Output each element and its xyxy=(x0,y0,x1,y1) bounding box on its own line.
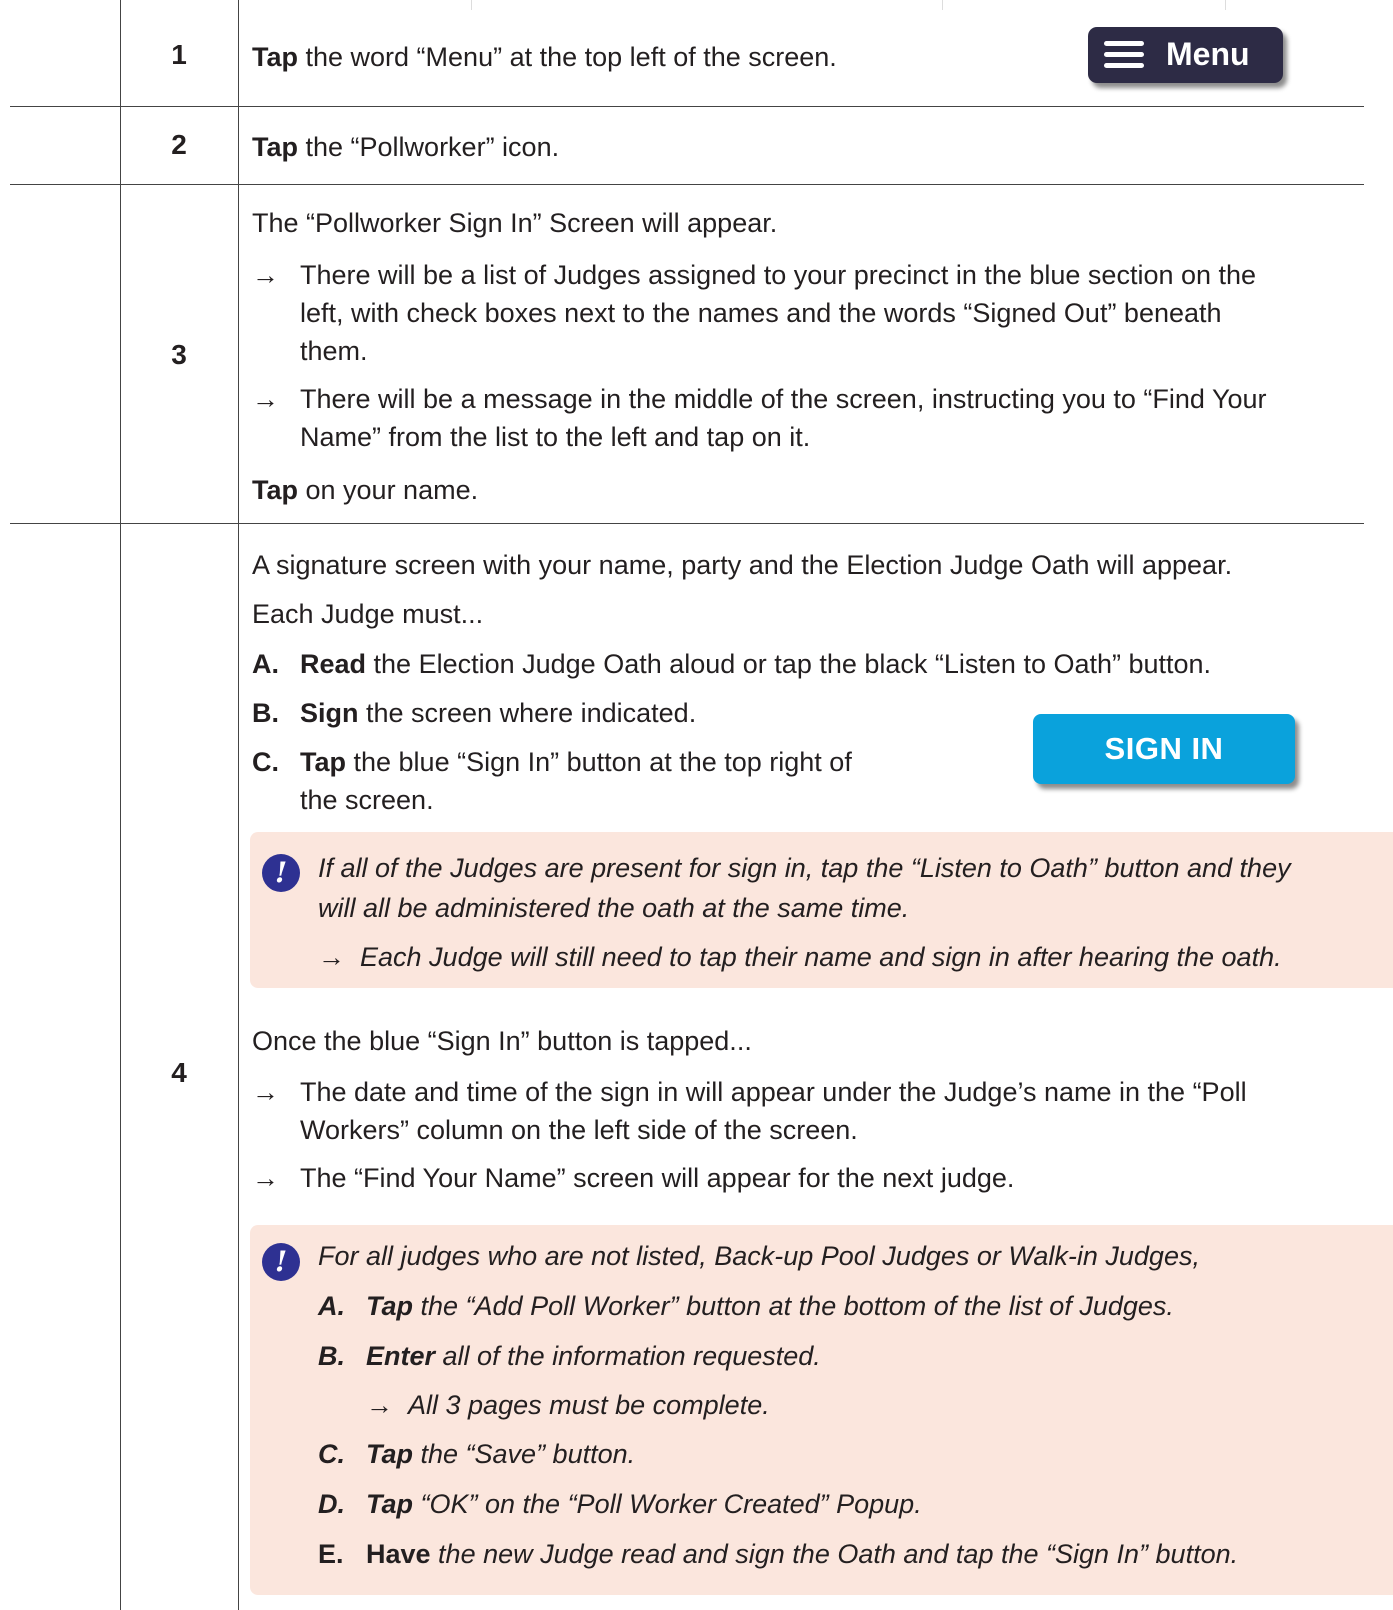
step-intro: The “Pollworker Sign In” Screen will app… xyxy=(252,208,778,238)
sign-in-button[interactable]: SIGN IN xyxy=(1033,714,1295,784)
bullet-item: → There will be a message in the middle … xyxy=(252,380,1267,456)
bullet-item: → The date and time of the sign in will … xyxy=(252,1073,1247,1149)
step-number: 3 xyxy=(171,339,187,370)
step-number: 4 xyxy=(171,1057,187,1088)
step-verb: Tap xyxy=(252,132,298,162)
lettered-step: B. Sign the screen where indicated. xyxy=(252,698,697,728)
menu-button-label: Menu xyxy=(1166,36,1250,72)
step-intro: A signature screen with your name, party… xyxy=(252,550,1233,580)
exclamation-icon: ! xyxy=(262,1243,300,1281)
bullet-item: → The “Find Your Name” screen will appea… xyxy=(252,1159,1014,1197)
table-column-divider-right xyxy=(238,0,239,1610)
lettered-step: C. Tap the blue “Sign In” button at the t… xyxy=(252,747,852,815)
arrow-icon: → xyxy=(318,942,345,972)
step-text: Tap the word “Menu” at the top left of t… xyxy=(252,38,837,76)
step-number: 1 xyxy=(171,39,187,70)
step-body: the “Pollworker” icon. xyxy=(298,132,560,162)
step-number: 2 xyxy=(171,129,187,160)
row-divider xyxy=(10,106,1364,107)
arrow-icon: → xyxy=(366,1390,393,1420)
step-verb: Tap xyxy=(252,42,298,72)
step-final: Tap on your name. xyxy=(252,475,479,505)
exclamation-icon: ! xyxy=(262,854,300,892)
lettered-step: A. Read the Election Judge Oath aloud or … xyxy=(252,649,1212,679)
step-text: Tap the “Pollworker” icon. xyxy=(252,128,559,166)
row-divider xyxy=(10,184,1364,185)
step-intro-2: Each Judge must... xyxy=(252,599,484,629)
arrow-icon: → xyxy=(252,1163,279,1193)
arrow-icon: → xyxy=(252,1077,279,1107)
note-box: ! If all of the Judges are present for s… xyxy=(250,832,1393,988)
note-box: ! For all judges who are not listed, Bac… xyxy=(250,1225,1393,1595)
after-intro: Once the blue “Sign In” button is tapped… xyxy=(252,1026,752,1056)
step-body: the word “Menu” at the top left of the s… xyxy=(298,42,837,72)
bullet-item: → There will be a list of Judges assigne… xyxy=(252,256,1256,370)
table-column-divider-left xyxy=(120,0,121,1610)
arrow-icon: → xyxy=(252,384,279,414)
arrow-icon: → xyxy=(252,260,279,290)
hamburger-icon xyxy=(1104,41,1144,69)
row-divider xyxy=(10,523,1364,524)
menu-button[interactable]: Menu xyxy=(1088,27,1283,83)
